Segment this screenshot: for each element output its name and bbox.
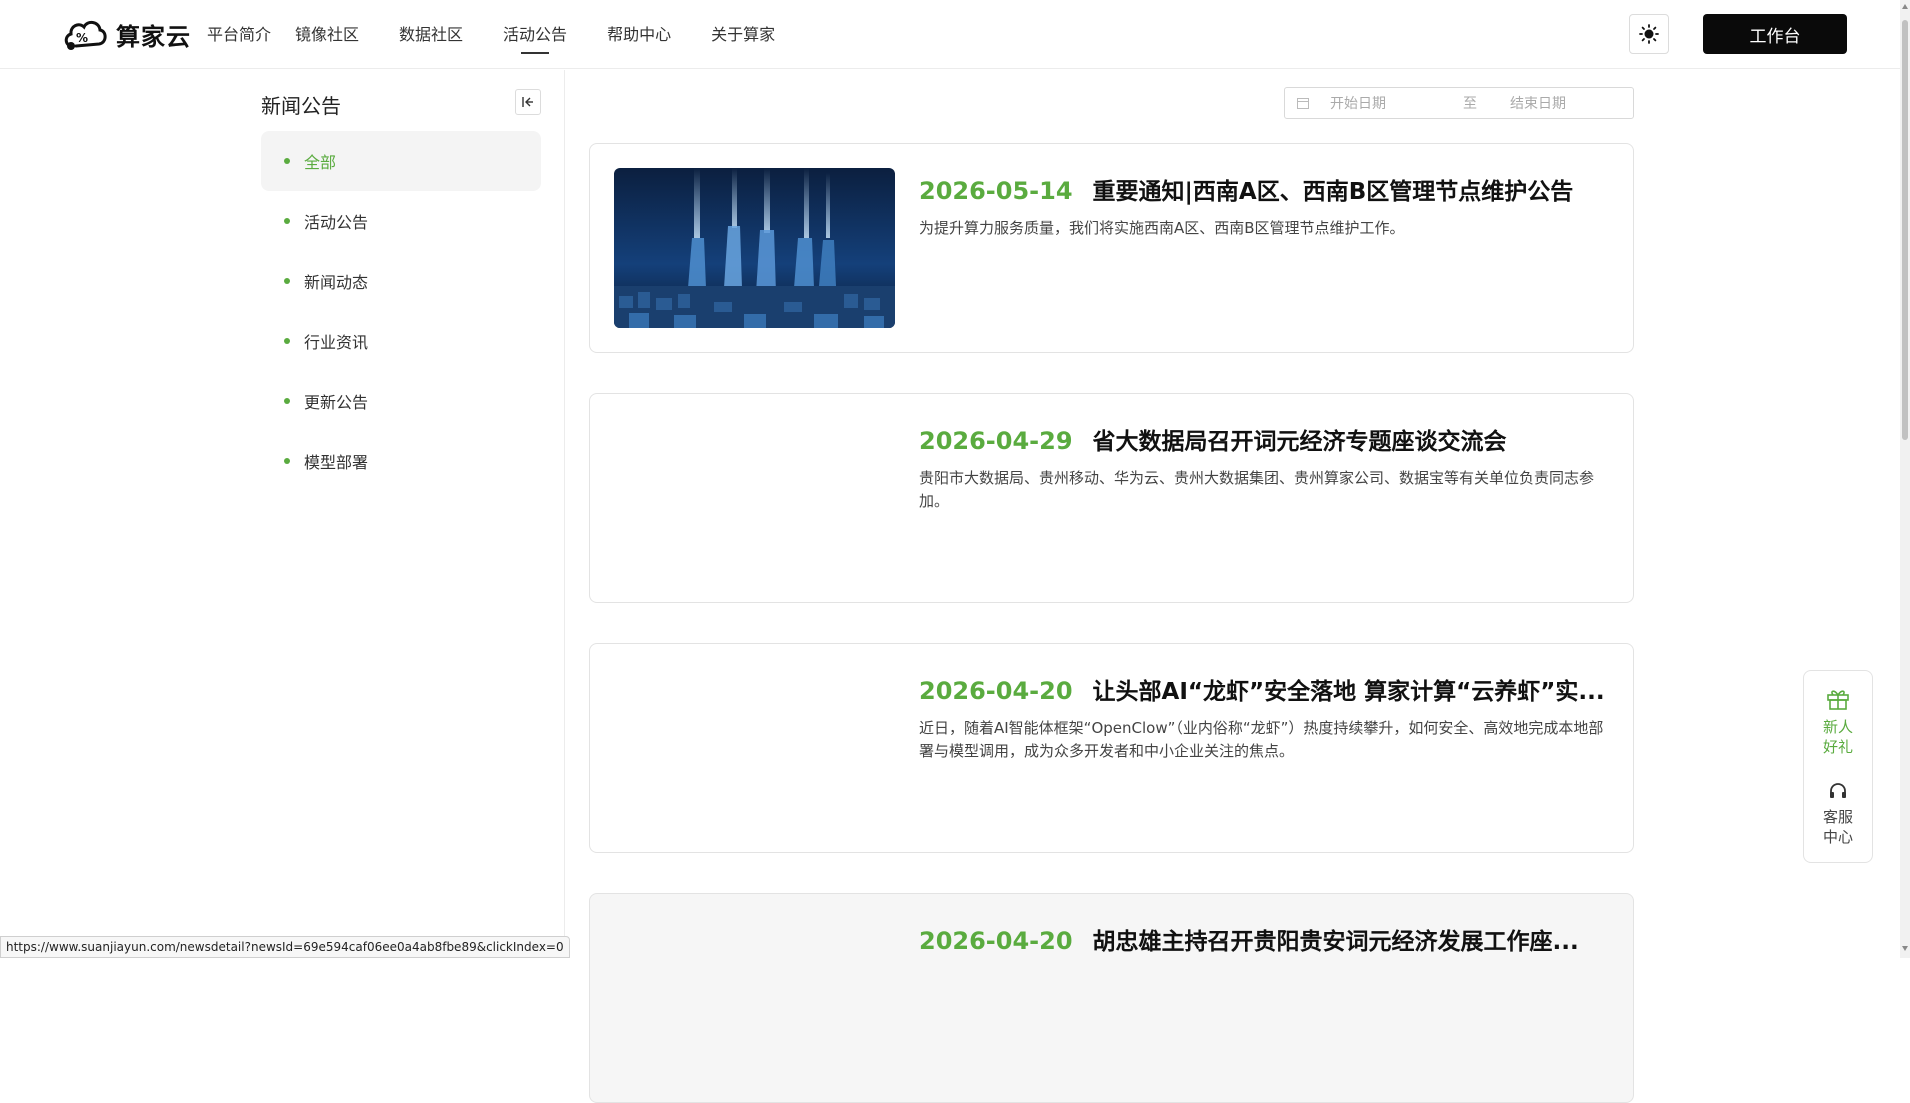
news-card-hovered[interactable]: 2026-04-20 胡忠雄主持召开贵阳贵安词元经济发展工作座...	[589, 893, 1634, 1103]
gift-icon	[1827, 690, 1849, 710]
news-thumbnail	[614, 168, 895, 328]
news-date: 2026-04-20	[919, 927, 1073, 955]
service-label-line-1: 客服	[1822, 808, 1853, 826]
service-label-line-2: 中心	[1822, 828, 1853, 846]
sidebar-item-label: 更新公告	[304, 393, 369, 412]
theme-toggle-button[interactable]	[1629, 14, 1669, 54]
customer-service-button[interactable]: 客服 中心	[1804, 781, 1872, 847]
sidebar-item-activity[interactable]: 活动公告	[261, 191, 541, 251]
nav-image-community[interactable]: 镜像社区	[295, 0, 359, 69]
sidebar-item-all[interactable]: 全部	[261, 131, 541, 191]
news-date: 2026-04-29	[919, 427, 1073, 455]
nav-help-center[interactable]: 帮助中心	[607, 0, 671, 69]
nav-platform-intro[interactable]: 平台简介	[207, 0, 271, 69]
news-title[interactable]: 省大数据局召开词元经济专题座谈交流会	[1093, 422, 1507, 456]
sidebar-item-label: 活动公告	[304, 213, 369, 232]
news-title[interactable]: 胡忠雄主持召开贵阳贵安词元经济发展工作座...	[1093, 922, 1579, 956]
sidebar-divider	[564, 70, 565, 958]
news-card[interactable]: 2026-04-29 省大数据局召开词元经济专题座谈交流会 贵阳市大数据局、贵州…	[589, 393, 1634, 603]
bullet-dot	[284, 458, 290, 464]
sidebar-item-updates[interactable]: 更新公告	[261, 371, 541, 431]
news-description: 为提升算力服务质量，我们将实施西南A区、西南B区管理节点维护工作。	[919, 219, 1405, 237]
scroll-down-arrow-icon[interactable]	[1902, 946, 1908, 951]
logo-text: 算家云	[116, 22, 191, 51]
collapse-left-icon	[522, 97, 533, 107]
status-bar-url: https://www.suanjiayun.com/newsdetail?ne…	[0, 936, 570, 958]
news-title[interactable]: 重要通知|西南A区、西南B区管理节点维护公告	[1093, 172, 1574, 206]
date-range-picker[interactable]: 开始日期 至 结束日期	[1284, 87, 1634, 119]
nav-announcements[interactable]: 活动公告	[503, 0, 567, 69]
cloud-logo-icon: %	[64, 21, 107, 50]
sidebar-item-model-deploy[interactable]: 模型部署	[261, 431, 541, 491]
news-header: 2026-04-20 胡忠雄主持召开贵阳贵安词元经济发展工作座...	[919, 922, 1615, 956]
main-nav: 平台简介 镜像社区 数据社区 活动公告 帮助中心 关于算家	[207, 0, 815, 69]
news-date: 2026-04-20	[919, 677, 1073, 705]
bullet-dot	[284, 158, 290, 164]
news-title[interactable]: 让头部AI“龙虾”安全落地 算家计算“云养虾”实...	[1093, 672, 1605, 706]
end-date-input[interactable]: 结束日期	[1500, 93, 1620, 113]
date-separator: 至	[1463, 96, 1477, 112]
news-date: 2026-05-14	[919, 177, 1073, 205]
scroll-up-arrow-icon[interactable]	[1902, 4, 1908, 9]
page-scrollbar[interactable]	[1900, 0, 1910, 958]
gift-label-line-2: 好礼	[1822, 738, 1853, 756]
newcomer-gift-button[interactable]: 新人 好礼	[1804, 685, 1872, 757]
news-header: 2026-04-20 让头部AI“龙虾”安全落地 算家计算“云养虾”实...	[919, 672, 1615, 706]
logo[interactable]: % 算家云	[62, 12, 191, 56]
start-date-input[interactable]: 开始日期	[1330, 93, 1440, 113]
news-description: 近日，随着AI智能体框架“OpenClow”（业内俗称“龙虾”）热度持续攀升，如…	[919, 719, 1604, 760]
workbench-button[interactable]: 工作台	[1703, 14, 1847, 54]
sidebar-item-label: 全部	[304, 153, 337, 172]
gift-label-line-1: 新人	[1822, 718, 1853, 736]
sidebar-item-industry[interactable]: 行业资讯	[261, 311, 541, 371]
collapse-sidebar-button[interactable]	[515, 89, 541, 115]
sidebar-item-news[interactable]: 新闻动态	[261, 251, 541, 311]
headset-icon	[1830, 783, 1846, 798]
top-header: % 算家云 平台简介 镜像社区 数据社区 活动公告 帮助中心 关于算家 工作台	[0, 0, 1900, 69]
floating-side-panel: 新人 好礼 客服 中心	[1803, 670, 1873, 863]
svg-text:%: %	[76, 31, 88, 45]
news-card[interactable]: 2026-04-20 让头部AI“龙虾”安全落地 算家计算“云养虾”实... 近…	[589, 643, 1634, 853]
news-header: 2026-04-29 省大数据局召开词元经济专题座谈交流会	[919, 422, 1615, 456]
bullet-dot	[284, 218, 290, 224]
bullet-dot	[284, 278, 290, 284]
calendar-icon	[1297, 98, 1309, 109]
sidebar-category-list: 全部 活动公告 新闻动态 行业资讯 更新公告 模型部署	[261, 131, 541, 491]
bullet-dot	[284, 338, 290, 344]
sidebar-item-label: 行业资讯	[304, 333, 369, 352]
sidebar-item-label: 新闻动态	[304, 273, 369, 292]
bullet-dot	[284, 398, 290, 404]
city-skyline-image	[614, 168, 895, 328]
nav-about[interactable]: 关于算家	[711, 0, 775, 69]
sidebar-item-label: 模型部署	[304, 453, 369, 472]
news-header: 2026-05-14 重要通知|西南A区、西南B区管理节点维护公告	[919, 172, 1615, 206]
sun-icon	[1639, 24, 1659, 44]
sidebar-title: 新闻公告	[261, 94, 341, 118]
scroll-thumb[interactable]	[1902, 20, 1908, 440]
nav-data-community[interactable]: 数据社区	[399, 0, 463, 69]
news-card[interactable]: 2026-05-14 重要通知|西南A区、西南B区管理节点维护公告 为提升算力服…	[589, 143, 1634, 353]
news-description: 贵阳市大数据局、贵州移动、华为云、贵州大数据集团、贵州算家公司、数据宝等有关单位…	[919, 469, 1595, 510]
